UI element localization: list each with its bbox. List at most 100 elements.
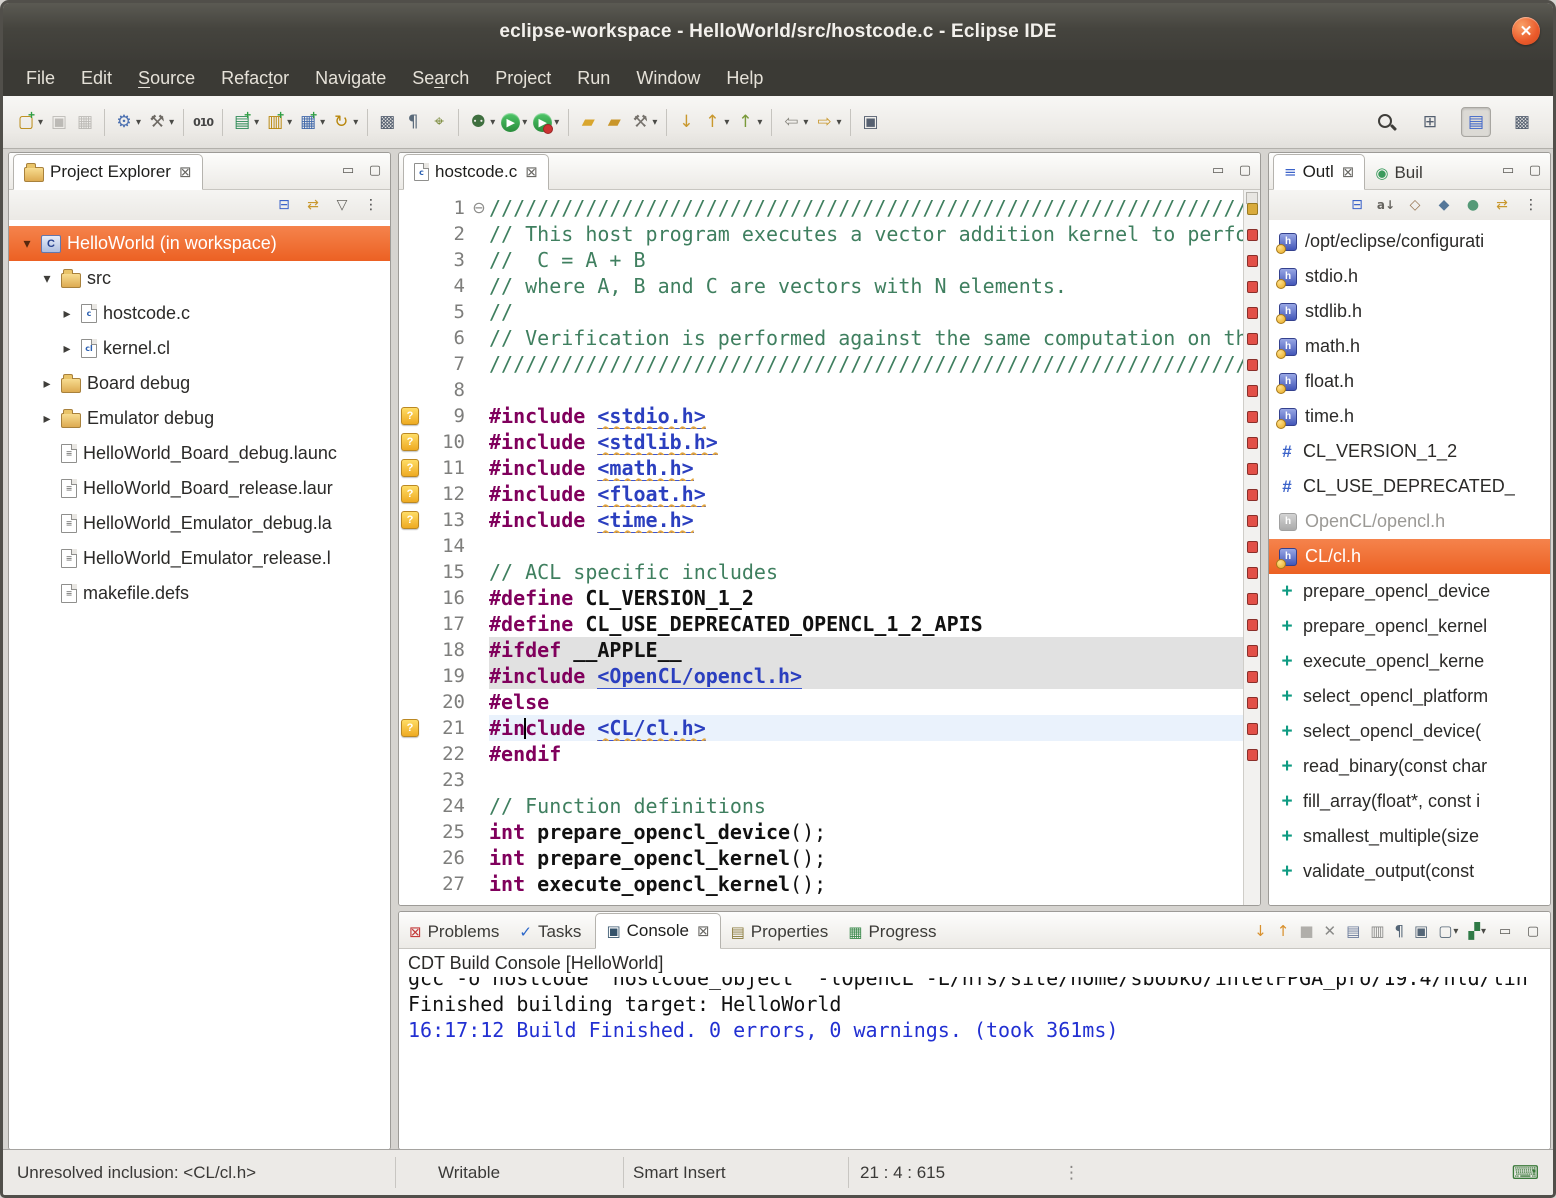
annotation-ruler-cell[interactable]: ? <box>399 715 421 741</box>
sort-button[interactable]: a↓ <box>1377 196 1395 214</box>
minimize-button[interactable]: ▭ <box>1499 161 1517 179</box>
code-line[interactable]: 2// This host program executes a vector … <box>399 221 1243 247</box>
code-editor[interactable]: 1⊖//////////////////////////////////////… <box>399 190 1260 905</box>
code-line[interactable]: 16#define CL_VERSION_1_2 <box>399 585 1243 611</box>
last-edit-location-button[interactable]: ↓ <box>673 106 699 138</box>
tree-collapse-arrow-icon[interactable]: ▾ <box>19 236 35 252</box>
menu-item-refactor[interactable]: Refactor <box>208 60 302 96</box>
tree-item[interactable]: ≡HelloWorld_Board_debug.launc <box>9 436 390 471</box>
show-whitespace-button[interactable]: ¶ <box>400 106 426 138</box>
outline-item[interactable]: #CL_USE_DEPRECATED_ <box>1269 469 1550 504</box>
new-button[interactable]: ▢+▾ <box>13 106 46 138</box>
close-tab-icon[interactable]: ⊠ <box>697 922 710 940</box>
maximize-button[interactable]: ▢ <box>1236 161 1254 179</box>
input-method-icon[interactable]: ⌨ <box>1512 1150 1539 1195</box>
code-line[interactable]: 26int prepare_opencl_kernel(); <box>399 845 1243 871</box>
overview-marker[interactable] <box>1247 567 1258 579</box>
outline-item[interactable]: +select_opencl_device( <box>1269 714 1550 749</box>
outline-item[interactable]: +prepare_opencl_kernel <box>1269 609 1550 644</box>
view-menu-button[interactable]: ⋮ <box>362 196 380 214</box>
warning-marker-icon[interactable]: ? <box>401 719 419 737</box>
c-cpp-perspective-button[interactable]: ▤ <box>1461 107 1491 137</box>
outline-list[interactable]: h/opt/eclipse/configuratihstdio.hhstdlib… <box>1269 220 1550 905</box>
code-line[interactable]: 27int execute_opencl_kernel(); <box>399 871 1243 897</box>
build-all-button[interactable]: ⚙▾ <box>111 106 144 138</box>
menu-item-help[interactable]: Help <box>713 60 776 96</box>
tree-expand-arrow-icon[interactable]: ▸ <box>59 306 75 322</box>
tab-properties[interactable]: ▤Properties <box>721 916 839 948</box>
annotation-ruler-cell[interactable]: ? <box>399 507 421 533</box>
code-line[interactable]: ?9#include <stdio.h> <box>399 403 1243 429</box>
maximize-button[interactable]: ▢ <box>366 161 384 179</box>
overview-marker[interactable] <box>1247 619 1258 631</box>
overview-marker[interactable] <box>1247 515 1258 527</box>
code-line[interactable]: ?11#include <math.h> <box>399 455 1243 481</box>
menu-item-search[interactable]: Search <box>399 60 482 96</box>
menu-item-run[interactable]: Run <box>564 60 623 96</box>
next-annotation-button[interactable]: ↑▾ <box>732 106 765 138</box>
warning-marker-icon[interactable]: ? <box>401 459 419 477</box>
debug-button[interactable]: ⚉▾ <box>465 106 498 138</box>
minimize-button[interactable]: ▭ <box>1496 922 1514 940</box>
view-menu-button[interactable]: ⋮ <box>1522 196 1540 214</box>
code-line[interactable]: 18#ifdef __APPLE__ <box>399 637 1243 663</box>
code-line[interactable]: 20#else <box>399 689 1243 715</box>
overview-marker[interactable] <box>1247 541 1258 553</box>
save-all-button[interactable]: ▦ <box>72 106 98 138</box>
outline-item[interactable]: +prepare_opencl_device <box>1269 574 1550 609</box>
tree-item[interactable]: ≡HelloWorld_Emulator_debug.la <box>9 506 390 541</box>
scroll-lock-button[interactable]: ▥ <box>1370 922 1384 940</box>
open-folder-button[interactable]: ▰ <box>575 106 601 138</box>
tree-item[interactable]: ≡makefile.defs <box>9 576 390 611</box>
run-external-button[interactable]: ▶▾ <box>530 106 562 138</box>
outline-item[interactable]: htime.h <box>1269 399 1550 434</box>
code-line[interactable]: 4// where A, B and C are vectors with N … <box>399 273 1243 299</box>
outline-item[interactable]: hstdlib.h <box>1269 294 1550 329</box>
overview-marker[interactable] <box>1247 671 1258 683</box>
overview-marker[interactable] <box>1247 697 1258 709</box>
code-line[interactable]: 19#include <OpenCL/opencl.h> <box>399 663 1243 689</box>
new-c-project-button[interactable]: ▦+▾ <box>295 106 328 138</box>
code-line[interactable]: 5// <box>399 299 1243 325</box>
terminate-button[interactable]: ■ <box>1299 922 1313 940</box>
outline-item[interactable]: hCL/cl.h <box>1269 539 1550 574</box>
minimize-button[interactable]: ▭ <box>1209 161 1227 179</box>
open-resource-button[interactable]: ▰ <box>601 106 627 138</box>
project-tree[interactable]: ▾CHelloWorld (in workspace)▾src▸chostcod… <box>9 220 390 1149</box>
maximize-button[interactable]: ▢ <box>1524 922 1542 940</box>
code-line[interactable]: ?21#include <CL/cl.h> <box>399 715 1243 741</box>
overview-marker[interactable] <box>1247 723 1258 735</box>
code-line[interactable]: 8 <box>399 377 1243 403</box>
code-line[interactable]: ?13#include <time.h> <box>399 507 1243 533</box>
hide-non-public-button[interactable]: ● <box>1464 196 1482 214</box>
tree-expand-arrow-icon[interactable]: ▸ <box>39 376 55 392</box>
overview-marker[interactable] <box>1247 229 1258 241</box>
back-button[interactable]: ⇦▾ <box>778 106 811 138</box>
code-line[interactable]: 7///////////////////////////////////////… <box>399 351 1243 377</box>
open-perspective-button[interactable]: ⊞ <box>1415 107 1445 137</box>
overview-marker[interactable] <box>1247 463 1258 475</box>
search-button[interactable] <box>1374 106 1399 138</box>
clear-console-button[interactable]: ▤ <box>1346 922 1360 940</box>
overview-marker[interactable] <box>1247 333 1258 345</box>
pin-console-button[interactable]: ▣ <box>1414 922 1428 940</box>
overview-marker[interactable] <box>1247 437 1258 449</box>
menu-item-source[interactable]: Source <box>125 60 208 96</box>
run-button[interactable]: ▶▾ <box>498 106 530 138</box>
close-button[interactable]: ✕ <box>1512 17 1540 45</box>
tab-project-explorer[interactable]: Project Explorer ⊠ <box>13 154 203 190</box>
tree-item[interactable]: ≡HelloWorld_Board_release.laur <box>9 471 390 506</box>
menu-item-project[interactable]: Project <box>482 60 564 96</box>
outline-item[interactable]: +execute_opencl_kerne <box>1269 644 1550 679</box>
link-with-editor-button[interactable]: ⇄ <box>304 196 322 214</box>
warning-marker-icon[interactable]: ? <box>401 433 419 451</box>
code-line[interactable]: 17#define CL_USE_DEPRECATED_OPENCL_1_2_A… <box>399 611 1243 637</box>
overview-marker[interactable] <box>1247 281 1258 293</box>
tree-expand-arrow-icon[interactable]: ▸ <box>59 341 75 357</box>
tab-problems[interactable]: ⊠Problems <box>399 916 509 948</box>
scroll-to-top-button[interactable]: ↑ <box>1277 922 1290 940</box>
word-wrap-button[interactable]: ¶ <box>1394 922 1404 940</box>
overview-marker[interactable] <box>1247 489 1258 501</box>
overview-marker[interactable] <box>1247 255 1258 267</box>
code-line[interactable]: 6// Verification is performed against th… <box>399 325 1243 351</box>
